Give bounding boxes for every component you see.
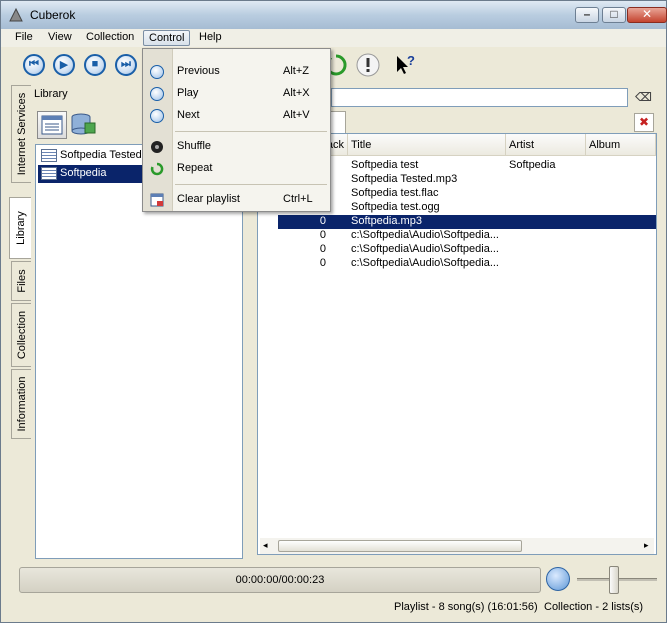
repeat-icon: [150, 162, 164, 176]
menu-separator: [175, 184, 327, 185]
playlist-icon: [41, 115, 63, 135]
menu-view[interactable]: View: [43, 30, 77, 46]
exclamation-icon: [356, 53, 380, 77]
horizontal-scrollbar[interactable]: ◂ ▸: [260, 538, 654, 554]
scrollbar-thumb[interactable]: [278, 540, 522, 552]
play-icon: ▶: [53, 54, 75, 76]
playlist-icon: [41, 167, 57, 180]
search-input[interactable]: [331, 88, 628, 107]
menu-file[interactable]: File: [10, 30, 38, 46]
tab-information[interactable]: Information: [11, 369, 31, 439]
close-playlist-button[interactable]: ✖: [634, 113, 654, 132]
playlist-view-button[interactable]: [37, 111, 67, 139]
next-icon: ⏭: [115, 54, 137, 76]
volume-slider-thumb[interactable]: [609, 566, 619, 594]
scroll-left-icon[interactable]: ◂: [263, 540, 268, 551]
tab-files[interactable]: Files: [11, 261, 31, 301]
stop-icon: ■: [84, 54, 106, 76]
tab-internet-services[interactable]: Internet Services: [11, 85, 31, 183]
column-title[interactable]: Title: [348, 134, 506, 156]
window-title: Cuberok: [30, 8, 76, 22]
minimize-icon: –: [583, 7, 591, 21]
maximize-icon: □: [610, 7, 618, 21]
playback-progress[interactable]: 00:00:00/00:00:23: [19, 567, 541, 593]
maximize-button[interactable]: □: [602, 7, 626, 23]
table-row[interactable]: Softpedia test Softpedia: [278, 159, 656, 173]
app-window: Cuberok – □ ✕ File View Collection Contr…: [0, 0, 667, 623]
database-icon: [71, 113, 96, 135]
minimize-button[interactable]: –: [575, 7, 599, 23]
table-row[interactable]: 0 c:\Softpedia\Audio\Softpedia...: [278, 257, 656, 271]
volume-icon[interactable]: [546, 567, 570, 591]
control-menu-dropdown: Previous Alt+Z Play Alt+X Next Alt+V Shu…: [142, 48, 331, 212]
next-button[interactable]: ⏭: [113, 52, 139, 78]
clear-search-icon[interactable]: ⌫: [635, 90, 653, 106]
menu-collection[interactable]: Collection: [81, 30, 139, 46]
previous-button[interactable]: ⏮: [21, 52, 47, 78]
menu-item-previous[interactable]: Previous Alt+Z: [143, 62, 330, 82]
close-button[interactable]: ✕: [627, 7, 667, 23]
play-icon: [150, 87, 164, 101]
previous-icon: [150, 65, 164, 79]
menu-bar: File View Collection Control Help: [1, 29, 666, 47]
menu-item-next[interactable]: Next Alt+V: [143, 106, 330, 126]
whats-this-button[interactable]: ?: [392, 52, 418, 78]
column-album[interactable]: Album: [586, 134, 656, 156]
close-icon: ✕: [641, 7, 653, 21]
menu-item-clear-playlist[interactable]: Clear playlist Ctrl+L: [143, 190, 330, 210]
next-icon: [150, 109, 164, 123]
status-bar: Playlist - 8 song(s) (16:01:56) Collecti…: [1, 598, 666, 622]
previous-icon: ⏮: [23, 54, 45, 76]
playlist-status: Playlist - 8 song(s) (16:01:56): [394, 601, 538, 613]
menu-item-repeat[interactable]: Repeat: [143, 159, 330, 179]
toolbar: ⏮ ▶ ■ ⏭ ?: [1, 47, 666, 83]
side-tabs: Internet Services Library Files Collecti…: [9, 85, 32, 555]
player-bar: 00:00:00/00:00:23: [1, 563, 666, 599]
menu-item-play[interactable]: Play Alt+X: [143, 84, 330, 104]
whats-this-icon: ?: [397, 53, 415, 74]
menu-control[interactable]: Control: [143, 30, 191, 46]
column-artist[interactable]: Artist: [506, 134, 586, 156]
menu-separator: [175, 131, 327, 132]
table-row[interactable]: 0 c:\Softpedia\Audio\Softpedia...: [278, 243, 656, 257]
menu-help[interactable]: Help: [194, 30, 227, 46]
play-button[interactable]: ▶: [51, 52, 77, 78]
collection-status: Collection - 2 lists(s): [544, 601, 644, 613]
menu-item-shuffle[interactable]: Shuffle: [143, 137, 330, 157]
scroll-right-icon[interactable]: ▸: [644, 540, 649, 551]
svg-text:?: ?: [407, 53, 415, 68]
table-row[interactable]: Softpedia test.ogg: [278, 201, 656, 215]
table-row[interactable]: Softpedia test.flac: [278, 187, 656, 201]
library-item[interactable]: Softpedia: [38, 165, 143, 183]
clear-playlist-icon: [150, 193, 164, 207]
title-bar[interactable]: Cuberok – □ ✕: [1, 1, 667, 29]
table-row[interactable]: Softpedia Tested.mp3: [278, 173, 656, 187]
library-item[interactable]: Softpedia Tested: [38, 147, 143, 165]
tab-collection[interactable]: Collection: [11, 303, 31, 367]
playlist-icon: [41, 149, 57, 162]
cuberok-logo-icon: [9, 8, 23, 22]
alert-button[interactable]: [355, 52, 381, 78]
playback-time: 00:00:00/00:00:23: [235, 574, 325, 586]
tab-library[interactable]: Library: [9, 197, 32, 259]
stop-button[interactable]: ■: [82, 52, 108, 78]
shuffle-icon: [151, 141, 163, 153]
database-view-button[interactable]: [69, 111, 99, 139]
table-row-selected[interactable]: 0 Softpedia.mp3: [278, 215, 656, 229]
table-row[interactable]: 0 c:\Softpedia\Audio\Softpedia...: [278, 229, 656, 243]
